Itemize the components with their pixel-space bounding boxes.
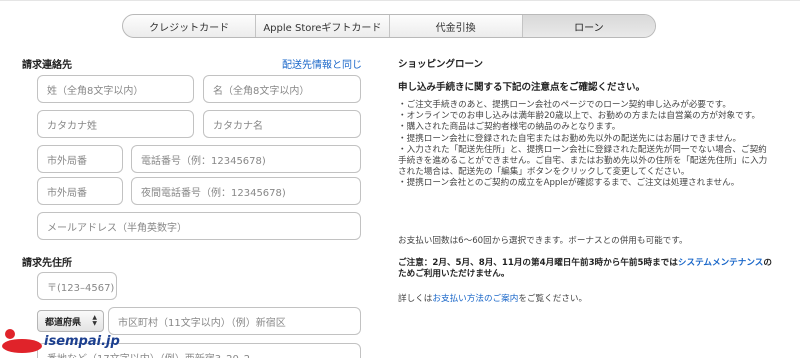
installments-text: お支払い回数は6〜60回から選択できます。ボーナスとの併用も可能です。 [398, 236, 688, 246]
tab-cash-on-delivery[interactable]: 代金引換 [390, 15, 523, 37]
billing-address-title: 請求先住所 [22, 258, 72, 269]
system-maintenance-link[interactable]: システムメンテナンス [678, 258, 764, 268]
phone-number-field[interactable]: 電話番号（例：12345678) [131, 145, 361, 173]
night-phone-number-field[interactable]: 夜間電話番号（例：12345678) [131, 177, 361, 205]
last-name-kana-field[interactable]: カタカナ姓 [37, 110, 194, 138]
details-suffix: をご覧ください。 [518, 294, 588, 304]
area-code-field[interactable]: 市外局番 [37, 145, 123, 173]
billing-contact-title: 請求連絡先 [22, 60, 72, 71]
loan-note: ・ご注文手続きのあと、提携ローン会社のページでのローン契約申し込みが必要です。 [398, 100, 731, 110]
loan-note: ・購入された商品はご契約者様宅の納品のみとなります。 [398, 122, 621, 133]
postal-code-field[interactable]: 〒(123–4567) [37, 272, 117, 300]
loan-heading: 申し込み手続きに関する下記の注意点をご確認ください。 [398, 82, 646, 93]
tab-loan[interactable]: ローン [522, 15, 655, 37]
last-name-field[interactable]: 姓（全角8文字以内） [37, 75, 194, 103]
maintenance-notice-prefix: ご注意：2月、5月、8月、11月の第4月曜日午前3時から午前5時までは [398, 258, 678, 268]
tab-credit-card[interactable]: クレジットカード [123, 15, 257, 37]
loan-note: ・入力された「配送先住所」と、提携ローン会社に登録された配送先が同一でない場合、… [398, 144, 768, 178]
same-as-shipping-link[interactable]: 配送先情報と同じ [282, 56, 362, 71]
night-area-code-field[interactable]: 市外局番 [37, 177, 123, 205]
details-prefix: 詳しくは [398, 294, 433, 304]
email-field[interactable]: メールアドレス（半角英数字） [37, 212, 361, 240]
first-name-field[interactable]: 名（全角8文字以内） [203, 75, 361, 103]
payment-method-tabs: クレジットカード Apple Storeギフトカード 代金引換 ローン [122, 14, 656, 38]
logo-dot [5, 329, 15, 339]
maintenance-notice: ご注意：2月、5月、8月、11月の第4月曜日午前3時から午前5時まではシステムメ… [398, 258, 778, 280]
first-name-kana-field[interactable]: カタカナ名 [203, 110, 361, 138]
loan-note: ・オンラインでのお申し込みは満年齢20歳以上で、お勤めの方または自営業の方が対象… [398, 111, 761, 122]
city-field[interactable]: 市区町村（11文字以内）（例）新宿区 [108, 307, 361, 335]
loan-notes: ・ご注文手続きのあと、提携ローン会社のページでのローン契約申し込みが必要です。 … [398, 100, 773, 190]
watermark-text: isempai.jp [44, 334, 120, 349]
top-divider [0, 0, 800, 1]
logo-swoosh [2, 339, 42, 353]
payment-methods-guide-link[interactable]: お支払い方法のご案内 [432, 294, 518, 304]
details-text: 詳しくはお支払い方法のご案内をご覧ください。 [398, 294, 778, 305]
loan-title: ショッピングローン [398, 59, 484, 70]
loan-note: ・提携ローン会社とのご契約の成立をAppleが確認するまで、ご注文は処理されませ… [398, 178, 740, 189]
loan-note: ・提携ローン会社に登録された自宅またはお勤め先以外の配送先にはお届けできません。 [398, 133, 742, 144]
tab-apple-store-gift-card[interactable]: Apple Storeギフトカード [256, 15, 390, 37]
